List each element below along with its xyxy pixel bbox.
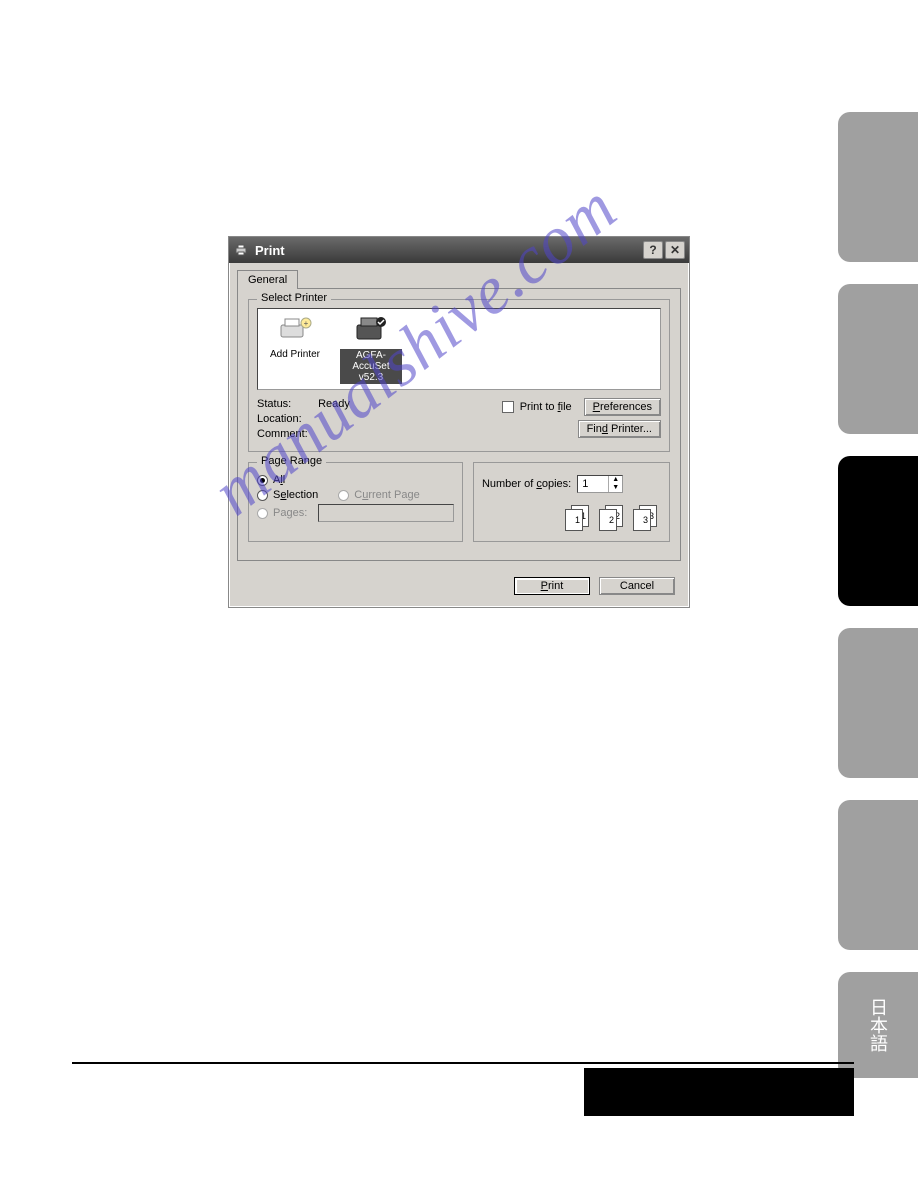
- preferences-button[interactable]: Preferences: [584, 398, 661, 416]
- radio-current-page: [338, 490, 349, 501]
- footer-bar: [584, 1068, 854, 1116]
- copies-label: Number of copies:: [482, 478, 571, 490]
- spinner-arrows[interactable]: ▲ ▼: [608, 476, 622, 492]
- collate-page: 3: [633, 509, 651, 531]
- two-col: Page Range All Selection Current Page Pa…: [248, 462, 670, 552]
- radio-selection-label: Selection: [273, 489, 318, 501]
- location-label: Location:: [257, 413, 315, 425]
- collate-preview: 1 1 2 2 3 3: [482, 505, 661, 533]
- print-to-file-checkbox[interactable]: [502, 401, 514, 413]
- group-page-range: Page Range All Selection Current Page Pa…: [248, 462, 463, 542]
- add-printer-item[interactable]: + Add Printer: [264, 315, 326, 360]
- comment-label: Comment:: [257, 428, 315, 440]
- status-value: Ready: [318, 398, 350, 410]
- printer-name-label: AGFA-AccuSet v52.3: [340, 349, 402, 384]
- group-select-printer-title: Select Printer: [257, 292, 331, 304]
- status-row: Status: Ready Location: Comment: Print t…: [257, 398, 661, 443]
- dialog-title: Print: [255, 243, 285, 258]
- svg-text:+: +: [304, 319, 309, 328]
- add-printer-label: Add Printer: [270, 349, 320, 360]
- print-dialog: Print ? ✕ General Select Printer + Add P…: [228, 236, 690, 608]
- group-copies: Number of copies: 1 ▲ ▼ 1 1: [473, 462, 670, 542]
- radio-pages-label: Pages:: [273, 507, 307, 519]
- side-tab-3: [838, 456, 918, 606]
- dialog-buttons: Print Cancel: [229, 569, 689, 607]
- collate-pair-2: 2 2: [599, 505, 627, 533]
- printer-list[interactable]: + Add Printer AGFA-AccuSet v52.3: [257, 308, 661, 390]
- tab-general[interactable]: General: [237, 270, 298, 289]
- spinner-down-icon[interactable]: ▼: [608, 484, 622, 492]
- footer-rule: [72, 1062, 854, 1064]
- print-to-file-label: Print to file: [520, 401, 572, 413]
- collate-pair-3: 3 3: [633, 505, 661, 533]
- printer-item-selected[interactable]: AGFA-AccuSet v52.3: [340, 315, 402, 384]
- side-tabs: 日本語: [838, 112, 918, 1078]
- status-right: Print to file Preferences Find Printer..…: [502, 398, 661, 443]
- tab-panel: Select Printer + Add Printer AGFA-AccuSe…: [237, 288, 681, 561]
- collate-page: 1: [565, 509, 583, 531]
- printer-device-icon: [353, 315, 389, 345]
- radio-selection[interactable]: [257, 490, 268, 501]
- close-button[interactable]: ✕: [665, 241, 685, 259]
- side-tab-4: [838, 628, 918, 778]
- spinner-up-icon[interactable]: ▲: [608, 476, 622, 484]
- radio-all-label: All: [273, 474, 285, 486]
- copies-spinner[interactable]: 1 ▲ ▼: [577, 475, 623, 493]
- collate-pair-1: 1 1: [565, 505, 593, 533]
- radio-current-page-label: Current Page: [354, 489, 419, 501]
- collate-page: 2: [599, 509, 617, 531]
- status-left: Status: Ready Location: Comment:: [257, 398, 502, 443]
- status-label: Status:: [257, 398, 315, 410]
- find-printer-button[interactable]: Find Printer...: [578, 420, 661, 438]
- print-button[interactable]: Print: [514, 577, 590, 595]
- cancel-button[interactable]: Cancel: [599, 577, 675, 595]
- radio-all[interactable]: [257, 475, 268, 486]
- tab-row: General: [229, 263, 689, 288]
- group-select-printer: Select Printer + Add Printer AGFA-AccuSe…: [248, 299, 670, 452]
- radio-pages: [257, 508, 268, 519]
- pages-input: [318, 504, 454, 522]
- side-tab-1: [838, 112, 918, 262]
- cjk-glyph-icon: 日本語: [865, 998, 891, 1052]
- add-printer-icon: +: [277, 315, 313, 345]
- copies-value: 1: [578, 476, 608, 492]
- side-tab-5: [838, 800, 918, 950]
- titlebar[interactable]: Print ? ✕: [229, 237, 689, 263]
- side-tab-2: [838, 284, 918, 434]
- group-page-range-title: Page Range: [257, 455, 326, 467]
- printer-icon: [233, 242, 249, 258]
- help-button[interactable]: ?: [643, 241, 663, 259]
